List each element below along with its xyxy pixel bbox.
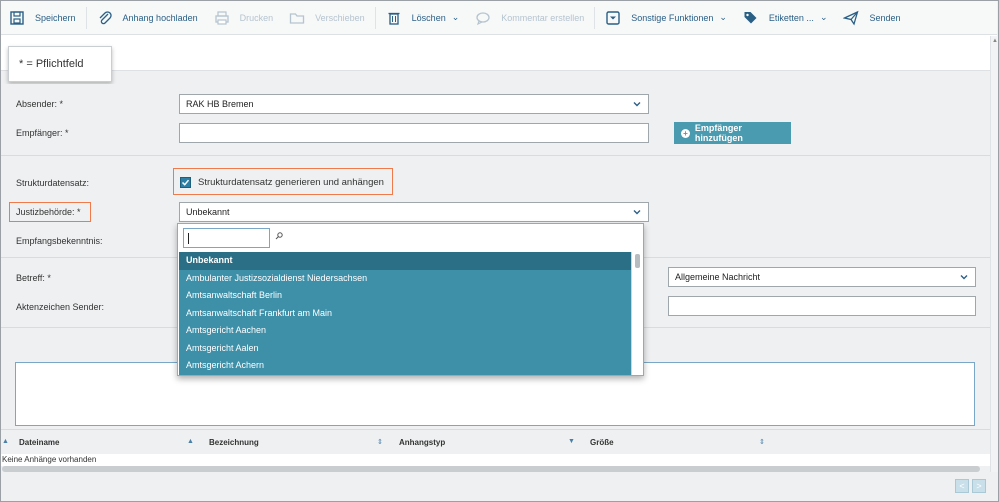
sort-icon[interactable]: ▲	[2, 438, 9, 445]
sort-icon[interactable]: ⇕	[377, 438, 383, 446]
column-bezeichnung[interactable]: Bezeichnung	[209, 438, 259, 447]
dropdown-options-list: Unbekannt Ambulanter Justizsozialdienst …	[179, 252, 643, 375]
dropdown-option[interactable]: Amtsgericht Achern	[179, 357, 643, 375]
labels-button[interactable]: Etiketten ... ⌄	[735, 1, 836, 35]
delete-label: Löschen	[411, 12, 446, 23]
column-anhangstyp[interactable]: Anhangstyp	[399, 438, 445, 447]
dropdown-option[interactable]: Amtsanwaltschaft Berlin	[179, 287, 643, 305]
empfaenger-label: Empfänger: *	[16, 128, 69, 138]
dropdown-search-input[interactable]	[183, 228, 270, 248]
comment-icon	[476, 11, 490, 25]
justizbehoerde-value: Unbekannt	[186, 207, 230, 217]
save-label: Speichern	[35, 12, 76, 23]
sort-asc-icon[interactable]: ▲	[187, 438, 194, 445]
chevron-down-icon: ⌄	[819, 12, 828, 22]
vertical-scrollbar[interactable]: ▲	[990, 36, 998, 472]
aktenzeichen-input[interactable]	[668, 296, 976, 316]
strukturdatensatz-checkbox-label: Strukturdatensatz generieren und anhänge…	[198, 177, 384, 188]
sort-desc-icon[interactable]: ▼	[568, 438, 575, 445]
column-groesse[interactable]: Größe	[590, 438, 614, 447]
printer-icon	[214, 10, 229, 25]
dropdown-option[interactable]: Ambulanter Justizsozialdienst Niedersach…	[179, 270, 643, 288]
add-recipient-label: Empfänger hinzufügen	[694, 123, 743, 143]
attachments-table-body	[1, 454, 990, 466]
move-button[interactable]: Verschieben	[281, 1, 373, 35]
dropdown-option[interactable]: Amtsgericht Aachen	[179, 322, 643, 340]
save-button[interactable]: Speichern	[1, 1, 84, 35]
labels-label: Etiketten ...	[768, 12, 814, 23]
required-field-note: * = Pflichtfeld	[8, 46, 112, 82]
chevron-down-icon: ⌄	[451, 12, 460, 22]
search-icon	[275, 232, 283, 240]
other-functions-label: Sonstige Funktionen	[631, 12, 714, 23]
save-icon	[10, 10, 24, 25]
text-caret	[188, 233, 189, 244]
next-page-button[interactable]: >	[972, 479, 986, 493]
plus-icon: +	[681, 128, 690, 138]
aktenzeichen-label: Aktenzeichen Sender:	[16, 302, 105, 312]
create-comment-button[interactable]: Kommentar erstellen	[467, 1, 592, 35]
betreff-label: Betreff: *	[16, 273, 51, 283]
attachments-table-header: ▲ Dateiname ▲ Bezeichnung ⇕ Anhangstyp ▼…	[1, 432, 990, 454]
dropdown-option[interactable]: Amtsgericht Aalen	[179, 340, 643, 358]
message-type-select[interactable]: Allgemeine Nachricht	[668, 267, 976, 287]
dropdown-scrollbar[interactable]	[631, 252, 643, 375]
dropdown-option[interactable]: Unbekannt	[179, 252, 631, 270]
folder-icon	[289, 12, 305, 24]
chevron-down-icon	[960, 275, 968, 280]
justizbehoerde-dropdown: Unbekannt Ambulanter Justizsozialdienst …	[177, 223, 644, 376]
toolbar-divider	[85, 6, 87, 29]
toolbar-divider	[594, 6, 596, 29]
tags-icon	[744, 11, 757, 23]
delete-button[interactable]: Löschen ⌄	[378, 1, 468, 35]
send-label: Senden	[869, 12, 901, 23]
upload-attachment-button[interactable]: Anhang hochladen	[89, 1, 206, 35]
horizontal-scrollbar[interactable]	[2, 466, 980, 472]
send-icon	[843, 10, 860, 26]
sub-toolbar-area	[1, 35, 997, 71]
sort-icon[interactable]: ⇕	[759, 438, 765, 446]
dropdown-option[interactable]: Amtsanwaltschaft Frankfurt am Main	[179, 305, 643, 323]
pagination-bar	[1, 474, 997, 500]
chevron-down-icon	[633, 102, 641, 107]
no-attachments-text: Keine Anhänge vorhanden	[2, 455, 97, 464]
move-label: Verschieben	[315, 12, 365, 23]
prev-page-button[interactable]: <	[955, 479, 969, 493]
toolbar-divider	[374, 6, 376, 29]
dropdown-box-icon	[606, 10, 620, 25]
empfaenger-input[interactable]	[179, 123, 649, 143]
justizbehoerde-label: Justizbehörde: *	[16, 207, 81, 217]
send-button[interactable]: Senden	[835, 1, 908, 35]
chevron-down-icon: ⌄	[719, 12, 727, 22]
absender-value: RAK HB Bremen	[186, 99, 254, 109]
add-recipient-button[interactable]: + Empfänger hinzufügen	[674, 122, 791, 144]
column-dateiname[interactable]: Dateiname	[19, 438, 59, 447]
absender-select[interactable]: RAK HB Bremen	[179, 94, 649, 114]
absender-label: Absender: *	[16, 99, 64, 109]
strukturdatensatz-label: Strukturdatensatz:	[16, 178, 90, 188]
strukturdatensatz-checkbox[interactable]	[180, 177, 191, 188]
other-functions-button[interactable]: Sonstige Funktionen ⌄	[597, 1, 735, 35]
print-button[interactable]: Drucken	[206, 1, 282, 35]
create-comment-label: Kommentar erstellen	[501, 12, 585, 23]
upload-attachment-label: Anhang hochladen	[122, 12, 198, 23]
justizbehoerde-select[interactable]: Unbekannt	[179, 202, 649, 222]
scroll-up-icon[interactable]: ▲	[992, 38, 998, 44]
trash-icon	[388, 12, 400, 25]
paperclip-icon	[99, 10, 112, 24]
message-type-value: Allgemeine Nachricht	[675, 272, 761, 282]
scrollbar-thumb[interactable]	[635, 254, 640, 268]
toolbar: Speichern Anhang hochladen Drucken Versc…	[1, 1, 997, 35]
print-label: Drucken	[239, 12, 274, 23]
checkmark-icon	[181, 179, 190, 186]
chevron-down-icon	[633, 210, 641, 215]
empfangsbekenntnis-label: Empfangsbekenntnis:	[16, 236, 103, 246]
